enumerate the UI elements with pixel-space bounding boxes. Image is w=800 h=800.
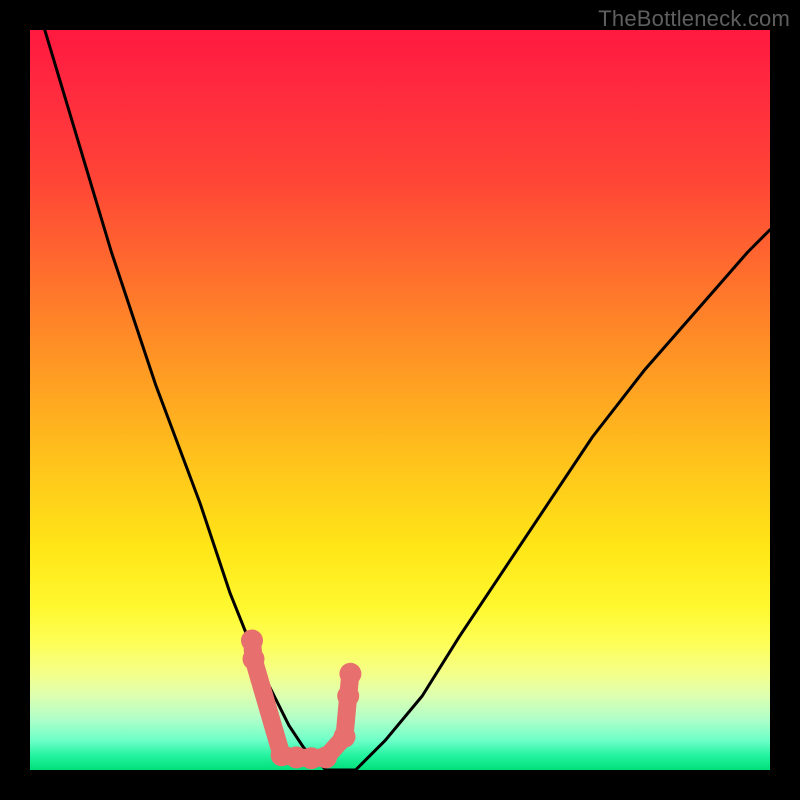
data-bead xyxy=(337,685,359,707)
data-bead xyxy=(339,663,361,685)
watermark-text: TheBottleneck.com xyxy=(598,6,790,32)
bottleneck-curve xyxy=(45,30,770,770)
data-bead xyxy=(243,648,265,670)
chart-svg xyxy=(30,30,770,770)
chart-frame xyxy=(30,30,770,770)
data-bead xyxy=(315,746,337,768)
bottleneck-curve-path xyxy=(45,30,770,770)
data-bead xyxy=(334,726,356,748)
data-beads xyxy=(241,630,361,770)
